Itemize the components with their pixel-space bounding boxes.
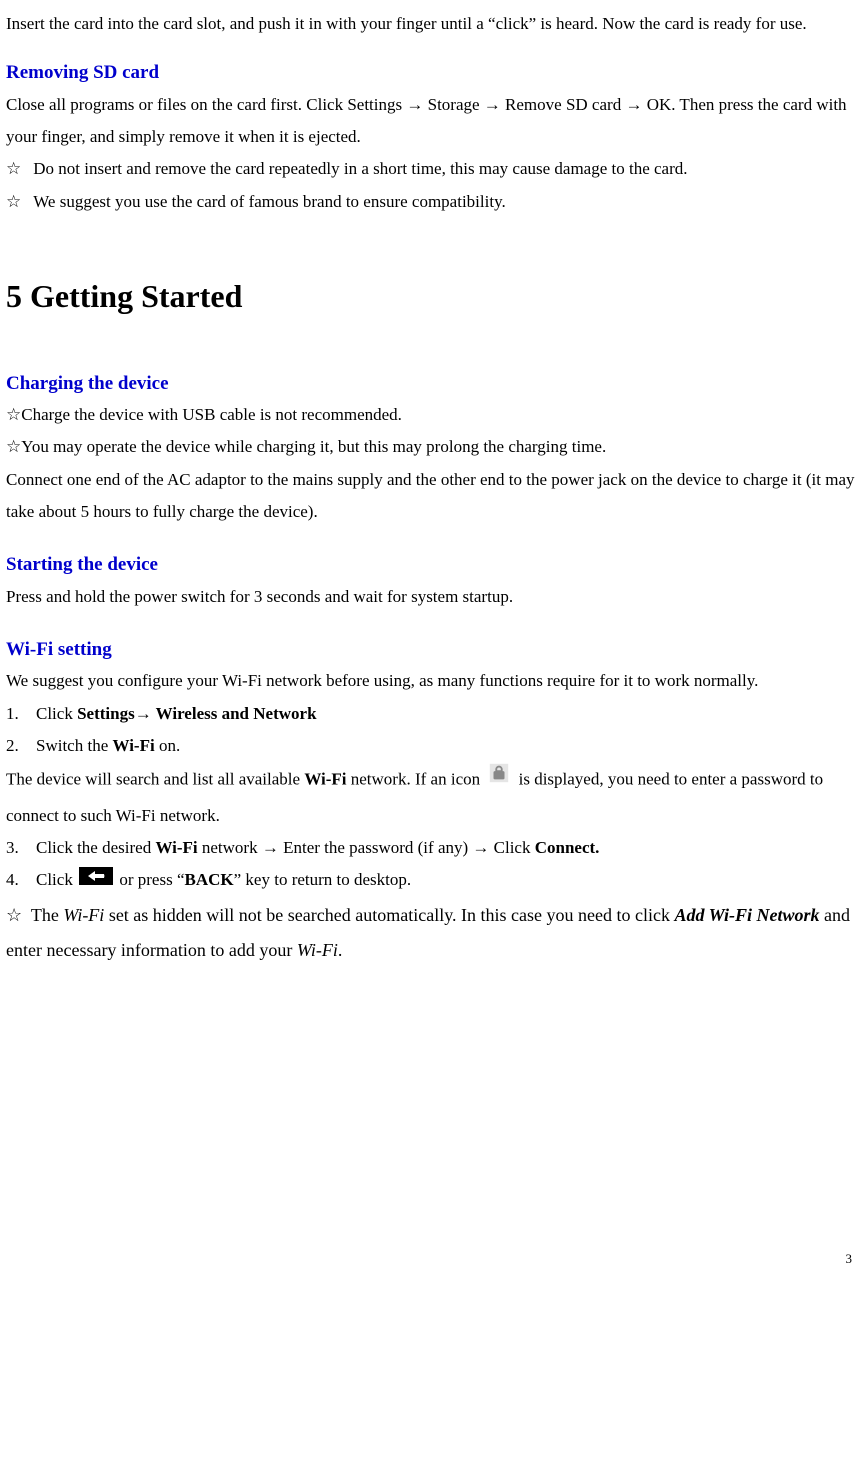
text-italic: Wi-Fi [63,905,104,925]
step-number: 4. [6,864,36,896]
paragraph: Close all programs or files on the card … [6,89,856,154]
bullet-item: ☆You may operate the device while chargi… [6,431,856,463]
text: ” key to return to desktop. [234,870,412,889]
heading-starting: Starting the device [6,550,856,580]
step-2: 2.Switch the Wi-Fi on. [6,730,856,762]
chapter-title: 5 Getting Started [6,266,856,327]
paragraph: Press and hold the power switch for 3 se… [6,581,856,613]
bullet-text: You may operate the device while chargin… [21,437,606,456]
star-icon: ☆ [6,905,22,925]
bullet-item: ☆ Do not insert and remove the card repea… [6,153,856,185]
text: Click [36,870,77,889]
step-number: 1. [6,698,36,730]
text-bold: BACK [185,870,234,889]
text-bold: Wi-Fi [113,736,155,755]
step-1: 1.Click Settings→ Wireless and Network [6,698,856,730]
paragraph: Insert the card into the card slot, and … [6,8,856,40]
text: The [31,905,63,925]
text: network → Enter the password (if any) → … [198,838,535,857]
paragraph: We suggest you configure your Wi-Fi netw… [6,665,856,697]
page-number: 3 [6,1247,856,1272]
step-3: 3.Click the desired Wi-Fi network → Ente… [6,832,856,864]
text: network. If an icon [347,770,485,789]
text-bold: Connect. [535,838,600,857]
text: on. [155,736,181,755]
text-bold: Settings→ Wireless and Network [77,704,316,723]
bullet-item: ☆Charge the device with USB cable is not… [6,399,856,431]
note: ☆ The Wi-Fi set as hidden will not be se… [6,898,856,966]
bullet-text: Do not insert and remove the card repeat… [33,159,687,178]
lock-icon [488,762,510,795]
step-number: 2. [6,730,36,762]
paragraph: Connect one end of the AC adaptor to the… [6,464,856,529]
text-bold: Wi-Fi [155,838,197,857]
text: . [338,940,343,960]
text: set as hidden will not be searched autom… [104,905,674,925]
star-icon: ☆ [6,159,21,178]
text: Switch the [36,736,113,755]
heading-charging: Charging the device [6,369,856,399]
text-bolditalic: Add Wi-Fi Network [674,905,819,925]
back-arrow-icon [79,864,113,896]
star-icon: ☆ [6,437,21,456]
heading-removing-sd: Removing SD card [6,58,856,88]
paragraph: The device will search and list all avai… [6,762,856,832]
text: Click [36,704,77,723]
bullet-item: ☆ We suggest you use the card of famous b… [6,186,856,218]
text: Click the desired [36,838,155,857]
bullet-text: Charge the device with USB cable is not … [21,405,402,424]
star-icon: ☆ [6,405,21,424]
step-4: 4.Click or press “BACK” key to return to… [6,864,856,898]
star-icon: ☆ [6,192,21,211]
text: or press “ [119,870,184,889]
step-number: 3. [6,832,36,864]
heading-wifi: Wi-Fi setting [6,635,856,665]
text-bold: Wi-Fi [304,770,346,789]
bullet-text: We suggest you use the card of famous br… [33,192,505,211]
text-italic: Wi-Fi [297,940,338,960]
text: The device will search and list all avai… [6,770,304,789]
